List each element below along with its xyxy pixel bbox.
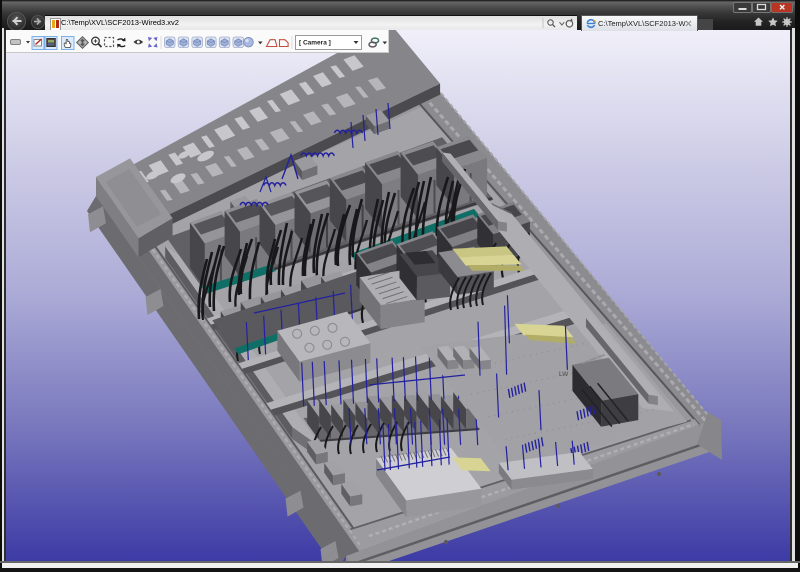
- svg-text:LW: LW: [559, 371, 569, 378]
- svg-text:[ Camera ]: [ Camera ]: [299, 40, 331, 47]
